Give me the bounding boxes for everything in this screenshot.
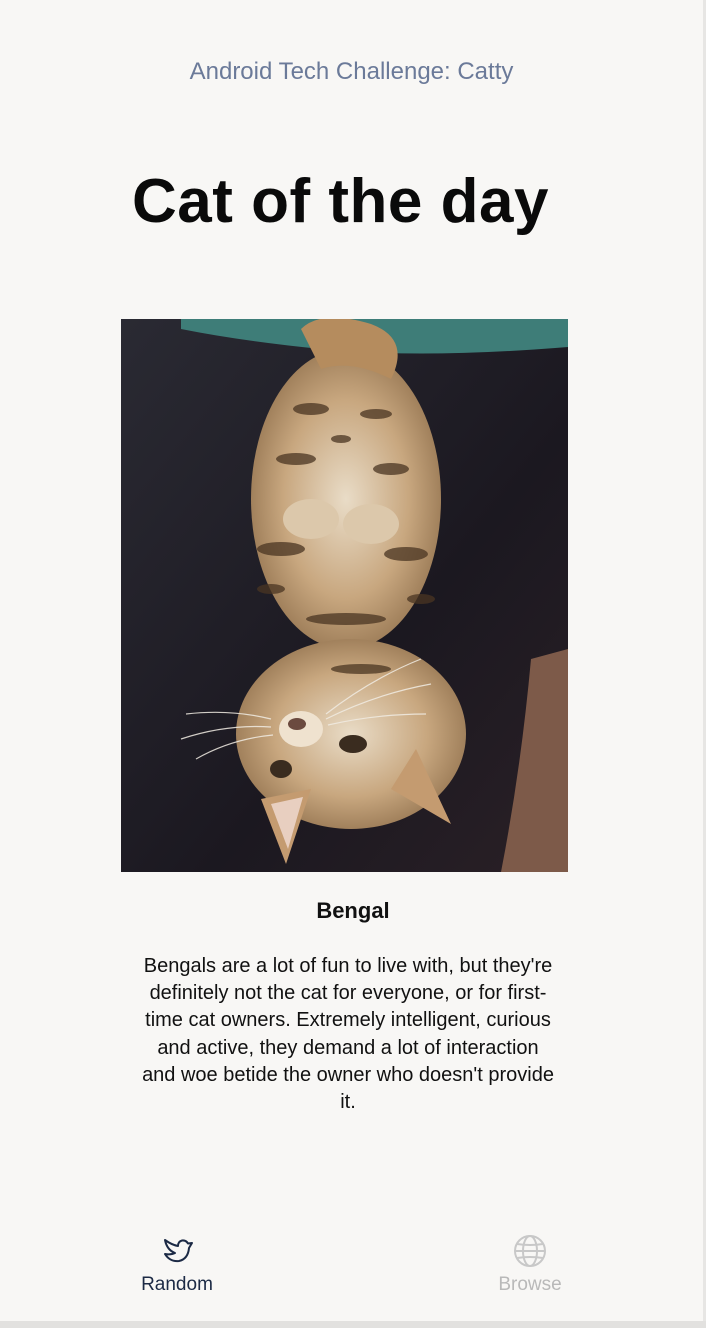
page-title: Cat of the day <box>132 167 549 236</box>
nav-label-browse: Browse <box>498 1274 562 1295</box>
bottom-navigation: Random Browse <box>0 1230 703 1310</box>
globe-icon <box>514 1235 546 1267</box>
breed-description: Bengals are a lot of fun to live with, b… <box>142 955 554 1114</box>
app-screen: Android Tech Challenge: Catty Cat of the… <box>0 0 703 1321</box>
system-bar <box>0 1321 706 1328</box>
breed-name: Bengal <box>316 898 390 923</box>
nav-item-browse[interactable]: Browse <box>470 1230 590 1296</box>
nav-label-random: Random <box>141 1274 213 1295</box>
cat-image <box>121 319 568 872</box>
nav-item-random[interactable]: Random <box>117 1230 237 1296</box>
bird-icon <box>164 1239 193 1263</box>
app-title: Android Tech Challenge: Catty <box>189 58 514 85</box>
